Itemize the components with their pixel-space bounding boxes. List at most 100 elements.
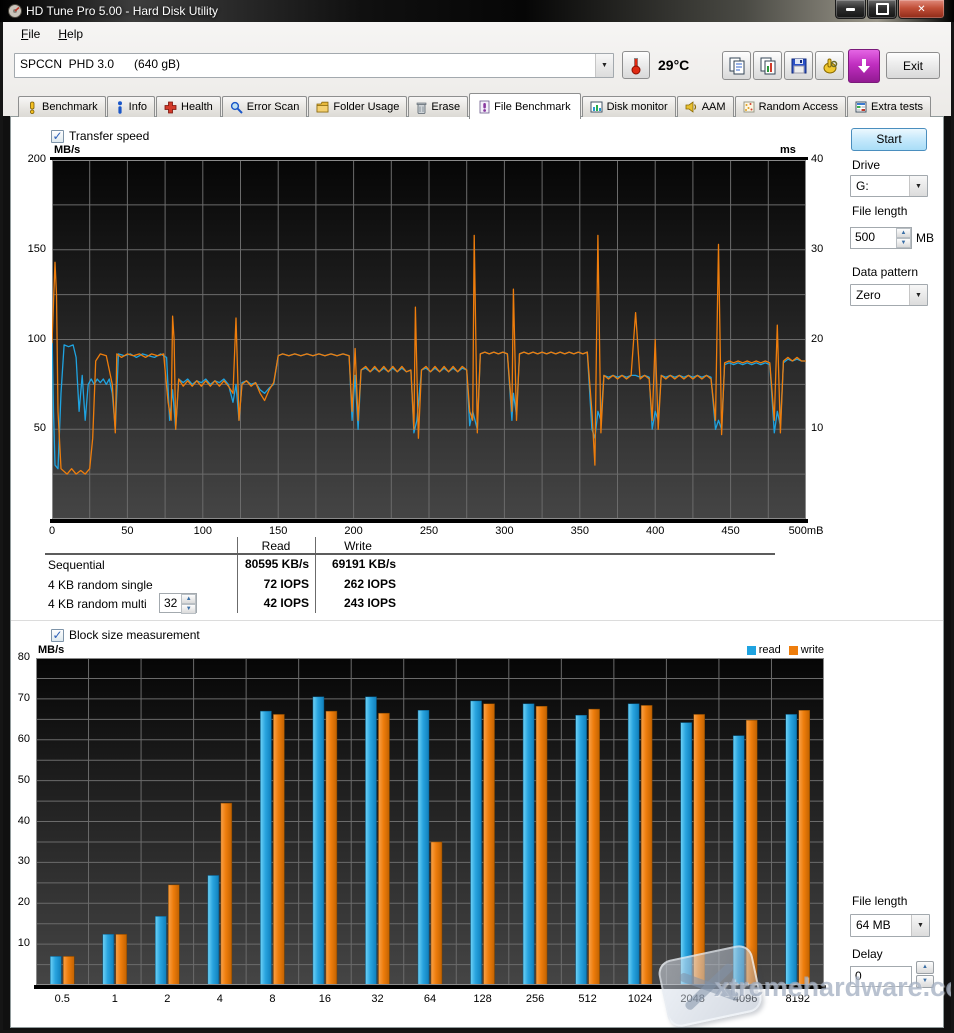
block-size-checkbox[interactable]: ✓ xyxy=(51,629,64,642)
file-length2-combo[interactable]: 64 MB ▼ xyxy=(850,914,930,937)
write-swatch xyxy=(789,646,798,655)
row-random-single-label: 4 KB random single xyxy=(48,578,153,592)
table-header-rule xyxy=(45,553,775,555)
tab-label: Info xyxy=(129,101,147,113)
x-category-label: 4096 xyxy=(721,993,769,1005)
x-category-label: 32 xyxy=(353,993,401,1005)
y-unit-label: MB/s xyxy=(38,644,64,656)
copy-image-button[interactable] xyxy=(753,51,782,80)
spin-buttons: ▲ ▼ xyxy=(896,228,911,248)
menu-help[interactable]: Help xyxy=(49,24,92,44)
drive-combo[interactable]: G: ▼ xyxy=(850,175,928,197)
benchmark-icon xyxy=(26,101,38,114)
data-pattern-value: Zero xyxy=(851,285,909,305)
file-length2-label: File length xyxy=(852,894,907,908)
temperature-value: 29°C xyxy=(658,57,689,73)
tab-label: Random Access xyxy=(759,101,838,113)
spin-up-icon[interactable]: ▲ xyxy=(916,961,934,974)
tab-aam[interactable]: AAM xyxy=(677,96,734,117)
y-tick: 10 xyxy=(4,937,30,949)
chevron-down-icon: ▼ xyxy=(909,285,927,305)
close-icon: ✕ xyxy=(917,4,925,15)
transfer-speed-checkbox[interactable]: ✓ xyxy=(51,130,64,143)
thermometer-icon xyxy=(630,55,642,75)
row-random-multi-write: 243 IOPS xyxy=(320,596,396,610)
axis-band xyxy=(50,157,808,160)
y-right-tick: 30 xyxy=(811,243,841,255)
y-tick: 40 xyxy=(4,815,30,827)
exit-button[interactable]: Exit xyxy=(886,52,940,79)
menu-file[interactable]: File xyxy=(12,24,49,44)
tab-label: Erase xyxy=(431,101,460,113)
file-length-spinner[interactable]: 500 ▲ ▼ xyxy=(850,227,912,249)
file-benchmark-icon xyxy=(479,100,490,114)
spin-down-icon[interactable]: ▼ xyxy=(896,238,911,248)
save-button[interactable] xyxy=(784,51,813,80)
spin-down-icon[interactable]: ▼ xyxy=(181,604,196,614)
copy-image-icon xyxy=(759,57,777,75)
file-length-value: 500 xyxy=(851,228,896,248)
tab-extra-tests[interactable]: Extra tests xyxy=(847,96,931,117)
temperature-button[interactable] xyxy=(622,51,650,79)
tab-error-scan[interactable]: Error Scan xyxy=(222,96,308,117)
x-tick: 150 xyxy=(253,525,303,537)
x-category-label: 0.5 xyxy=(38,993,86,1005)
copy-text-button[interactable] xyxy=(722,51,751,80)
row-random-single-read: 72 IOPS xyxy=(237,577,309,591)
spin-up-icon[interactable]: ▲ xyxy=(181,594,196,604)
checkmark-icon: ✓ xyxy=(52,129,62,143)
x-tick: 300 xyxy=(479,525,529,537)
tab-info[interactable]: Info xyxy=(107,96,155,117)
legend-write-label: write xyxy=(801,644,824,656)
drive-select-combo[interactable]: SPCCN PHD 3.0 (640 gB) ▼ xyxy=(14,53,614,78)
data-pattern-label: Data pattern xyxy=(852,265,918,279)
delay-input[interactable]: 0 xyxy=(850,966,912,987)
drive-label: Drive xyxy=(852,158,880,172)
tab-label: Error Scan xyxy=(247,101,300,113)
row-random-multi-read: 42 IOPS xyxy=(237,596,309,610)
x-category-label: 2 xyxy=(143,993,191,1005)
window-controls: ✕ xyxy=(834,0,945,19)
menu-bar: File Help xyxy=(3,22,951,46)
tab-file-benchmark[interactable]: File Benchmark xyxy=(469,93,580,119)
block-size-label: Block size measurement xyxy=(69,628,200,642)
table-divider xyxy=(315,537,316,613)
tab-folder-usage[interactable]: Folder Usage xyxy=(308,96,407,117)
read-swatch xyxy=(747,646,756,655)
tab-label: Health xyxy=(181,101,213,113)
spin-up-icon[interactable]: ▲ xyxy=(896,228,911,238)
queue-depth-spinner[interactable]: 32 ▲ ▼ xyxy=(159,593,197,613)
tab-random-access[interactable]: Random Access xyxy=(735,96,846,117)
info-icon xyxy=(115,101,125,114)
row-random-single-write: 262 IOPS xyxy=(320,577,396,591)
row-sequential-label: Sequential xyxy=(48,558,105,572)
tab-health[interactable]: Health xyxy=(156,96,221,117)
transfer-speed-label: Transfer speed xyxy=(69,129,149,143)
close-button[interactable]: ✕ xyxy=(898,0,945,19)
y-left-tick: 50 xyxy=(18,422,46,434)
start-button[interactable]: Start xyxy=(851,128,927,151)
y-right-unit-label: ms xyxy=(780,144,796,156)
section-divider xyxy=(11,620,943,621)
file-length-label: File length xyxy=(852,204,907,218)
file-length2-value: 64 MB xyxy=(851,915,911,936)
drive-select-value: SPCCN PHD 3.0 (640 gB) xyxy=(15,54,595,77)
spin-down-icon[interactable]: ▼ xyxy=(916,975,934,988)
options-button[interactable] xyxy=(815,51,844,80)
tab-erase[interactable]: Erase xyxy=(408,96,468,117)
tab-label: Folder Usage xyxy=(333,101,399,113)
x-tick: 500mB xyxy=(781,525,831,537)
tab-disk-monitor[interactable]: Disk monitor xyxy=(582,96,676,117)
y-tick: 30 xyxy=(4,855,30,867)
delay-label: Delay xyxy=(852,947,883,961)
tab-bar: Benchmark Info Health Error Scan Folder … xyxy=(18,93,932,117)
minimize-button[interactable] xyxy=(835,0,866,19)
y-right-tick: 40 xyxy=(811,153,841,165)
y-left-tick: 100 xyxy=(18,333,46,345)
update-button[interactable] xyxy=(848,49,880,83)
data-pattern-combo[interactable]: Zero ▼ xyxy=(850,284,928,306)
x-category-label: 512 xyxy=(564,993,612,1005)
hand-key-icon xyxy=(821,57,839,75)
tab-benchmark[interactable]: Benchmark xyxy=(18,96,106,117)
maximize-button[interactable] xyxy=(867,0,897,19)
